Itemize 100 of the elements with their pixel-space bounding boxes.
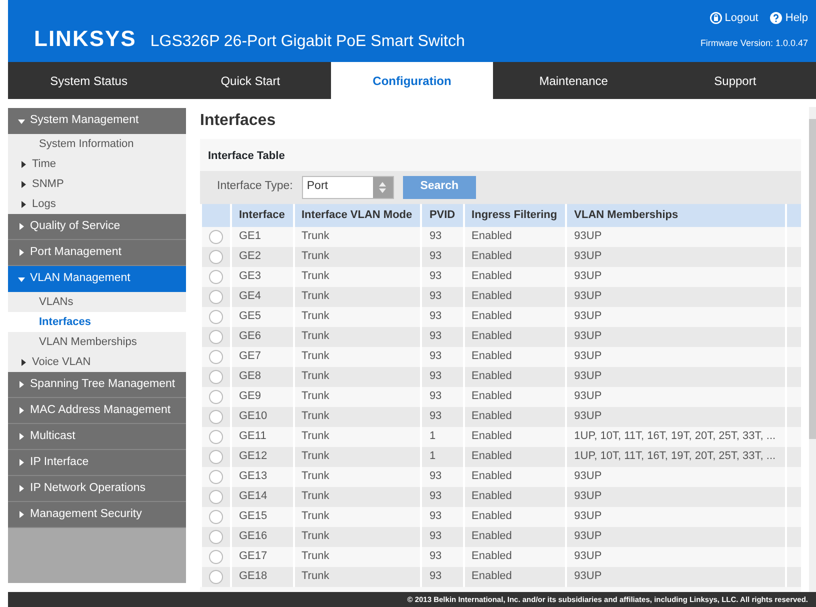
table-cell: GE8: [231, 366, 294, 386]
help-link[interactable]: Help: [770, 10, 808, 26]
radio-button[interactable]: [209, 430, 223, 444]
table-cell: 93: [421, 546, 464, 566]
table-cell: 93: [421, 566, 464, 586]
table-cell: Trunk: [294, 326, 422, 346]
sidebar-section[interactable]: System Management: [8, 108, 186, 134]
table-cell: 1UP, 10T, 11T, 16T, 19T, 20T, 25T, 33T, ...: [566, 426, 786, 446]
table-cell: Trunk: [294, 426, 422, 446]
column-header: Ingress Filtering: [464, 204, 566, 226]
logout-link[interactable]: Logout: [710, 10, 758, 26]
radio-button[interactable]: [209, 350, 223, 364]
radio-button[interactable]: [209, 250, 223, 264]
table-cell: Trunk: [294, 506, 422, 526]
sidebar-section[interactable]: IP Interface: [8, 450, 186, 476]
table-cell: GE14: [231, 486, 294, 506]
table-cell: Trunk: [294, 446, 422, 466]
table-cell: GE10: [231, 406, 294, 426]
table-cell: Trunk: [294, 546, 422, 566]
help-icon: [770, 12, 782, 24]
table-cell: 1: [421, 426, 464, 446]
radio-button[interactable]: [209, 310, 223, 324]
radio-button[interactable]: [209, 570, 223, 584]
table-cell: GE1: [231, 226, 294, 246]
collapsed-arrow-icon: [20, 180, 27, 188]
table-cell: 93: [421, 466, 464, 486]
nav-tab[interactable]: Support: [654, 62, 816, 99]
nav-tab[interactable]: System Status: [8, 62, 170, 99]
radio-button[interactable]: [209, 450, 223, 464]
table-cell: 93UP: [566, 366, 786, 386]
radio-button[interactable]: [209, 530, 223, 544]
table-cell: 93: [421, 266, 464, 286]
table-cell: Enabled: [464, 286, 566, 306]
table-cell: GE12: [231, 446, 294, 466]
table-cell: Trunk: [294, 526, 422, 546]
table-cell: 93: [421, 486, 464, 506]
table-cell: Enabled: [464, 566, 566, 586]
radio-button[interactable]: [209, 470, 223, 484]
radio-button[interactable]: [209, 290, 223, 304]
table-cell: Trunk: [294, 266, 422, 286]
sidebar-section[interactable]: Management Security: [8, 502, 186, 528]
table-cell: 93: [421, 406, 464, 426]
table-cell: Enabled: [464, 266, 566, 286]
filter-label: Interface Type:: [217, 179, 293, 194]
table-cell: Enabled: [464, 426, 566, 446]
table-cell: 93UP: [566, 406, 786, 426]
column-header: Interface: [231, 204, 294, 226]
table-cell: GE5: [231, 306, 294, 326]
table-cell: 93: [421, 366, 464, 386]
radio-button[interactable]: [209, 230, 223, 244]
sidebar-section[interactable]: Quality of Service: [8, 214, 186, 240]
nav-tab[interactable]: Maintenance: [492, 62, 654, 99]
table-cell: Trunk: [294, 486, 422, 506]
collapsed-arrow-icon: [18, 407, 25, 414]
table-cell: 93UP: [566, 346, 786, 366]
radio-button[interactable]: [209, 510, 223, 524]
table-cell: 93UP: [566, 386, 786, 406]
sidebar-section[interactable]: Port Management: [8, 240, 186, 266]
table-cell: Enabled: [464, 526, 566, 546]
radio-button[interactable]: [209, 410, 223, 424]
table-cell: 93: [421, 226, 464, 246]
table-cell: Trunk: [294, 346, 422, 366]
sidebar-item[interactable]: Interfaces: [8, 312, 186, 332]
nav-tab[interactable]: Quick Start: [170, 62, 332, 99]
radio-button[interactable]: [209, 490, 223, 504]
table-cell: Enabled: [464, 486, 566, 506]
sidebar-section[interactable]: Multicast: [8, 424, 186, 450]
radio-button[interactable]: [209, 550, 223, 564]
radio-button[interactable]: [209, 370, 223, 384]
table-cell: Enabled: [464, 546, 566, 566]
radio-button[interactable]: [209, 390, 223, 404]
table-cell: 93UP: [566, 326, 786, 346]
collapsed-arrow-icon: [18, 249, 25, 256]
table-cell: 93: [421, 306, 464, 326]
radio-button[interactable]: [209, 330, 223, 344]
table-cell: Enabled: [464, 246, 566, 266]
table-cell: 93UP: [566, 286, 786, 306]
radio-button[interactable]: [209, 270, 223, 284]
table-cell: GE15: [231, 506, 294, 526]
table-cell: 93UP: [566, 546, 786, 566]
table-cell: 93UP: [566, 306, 786, 326]
search-button[interactable]: Search: [402, 176, 476, 198]
expanded-arrow-icon: [18, 276, 25, 282]
collapsed-arrow-icon: [18, 511, 25, 518]
sidebar-section[interactable]: IP Network Operations: [8, 476, 186, 502]
table-cell: 93: [421, 286, 464, 306]
interface-type-select[interactable]: Port: [302, 176, 394, 198]
sidebar-section[interactable]: Spanning Tree Management: [8, 372, 186, 398]
logo: LINKSYS: [34, 28, 136, 50]
collapsed-arrow-icon: [18, 381, 25, 388]
table-cell: Enabled: [464, 306, 566, 326]
sidebar-section[interactable]: VLAN Management: [8, 266, 186, 292]
nav-tab[interactable]: Configuration: [331, 62, 493, 99]
table-cell: Trunk: [294, 466, 422, 486]
sidebar-section[interactable]: MAC Address Management: [8, 398, 186, 424]
table-cell: Enabled: [464, 226, 566, 246]
table-cell: 93UP: [566, 226, 786, 246]
table-cell: 1UP, 10T, 11T, 16T, 19T, 20T, 25T, 33T, ...: [566, 446, 786, 466]
table-cell: GE18: [231, 566, 294, 586]
table-cell: GE13: [231, 466, 294, 486]
